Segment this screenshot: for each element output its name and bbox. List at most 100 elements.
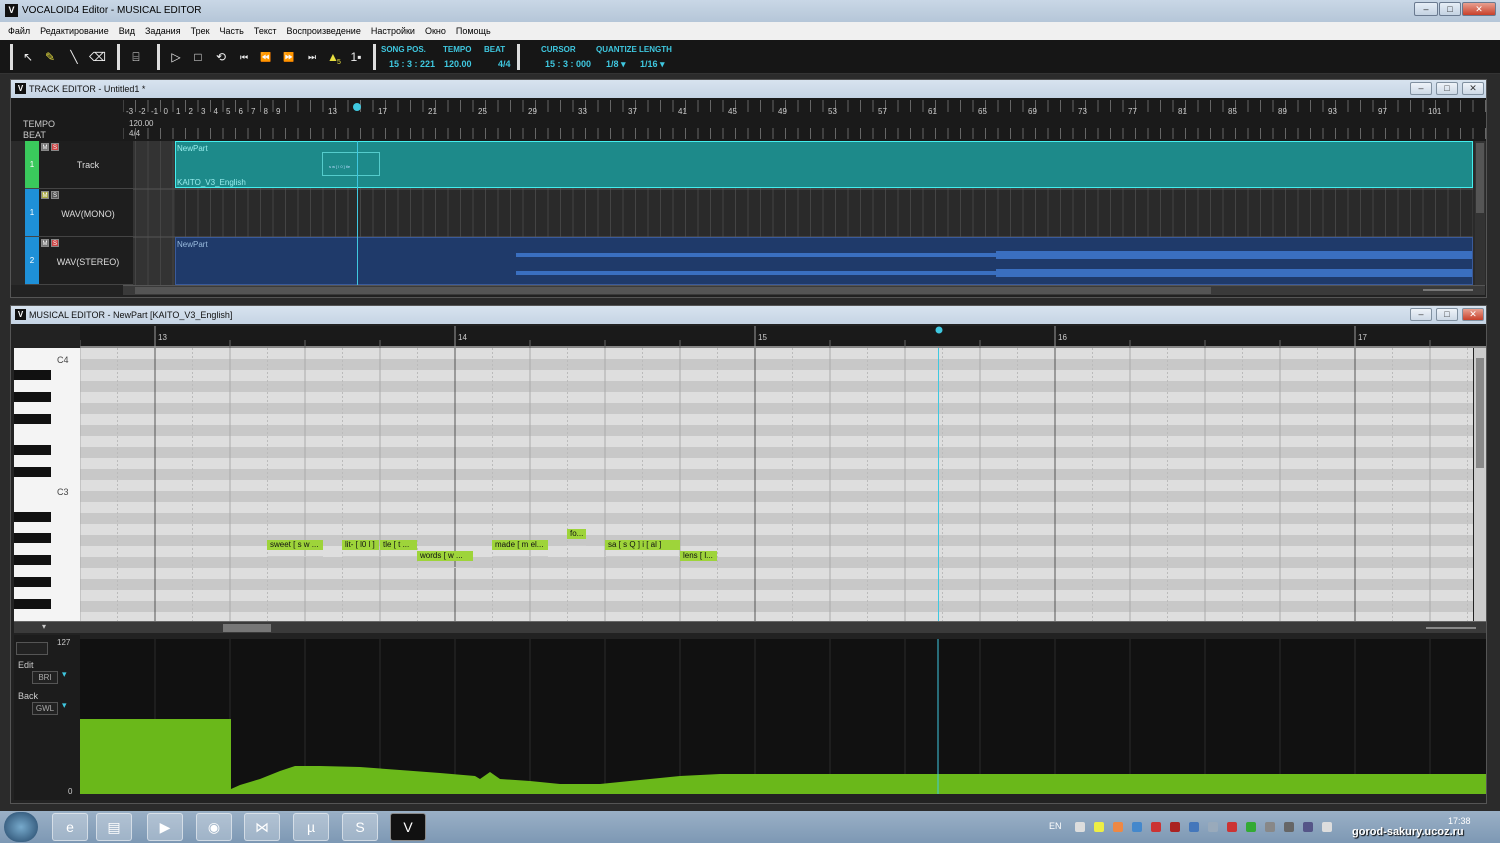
tempo-value[interactable]: 120.00 [444,59,472,69]
measure-ruler[interactable]: 13 14 15 16 17 [80,326,1486,348]
piano-black-key[interactable] [14,599,51,609]
track-header-1[interactable]: 1 M S Track [25,141,133,189]
playhead-marker-icon[interactable] [934,326,944,334]
mute-button[interactable]: M [41,143,49,151]
media-player-icon[interactable]: ▶ [147,813,183,841]
length-select[interactable]: 1/16 ▾ [640,59,665,70]
menu-window[interactable]: Окно [420,22,451,40]
beat-value[interactable]: 4/4 [498,59,511,69]
menu-edit[interactable]: Редактирование [35,22,114,40]
goto-end-icon[interactable]: ⏭ [304,49,320,65]
pointer-icon[interactable]: ↖ [20,49,36,65]
maximize-button[interactable]: □ [1439,2,1461,16]
menu-lyrics[interactable]: Текст [249,22,282,40]
windows-start-button[interactable] [4,812,38,842]
menu-file[interactable]: Файл [0,22,35,40]
vertical-scrollbar[interactable] [1474,348,1486,621]
piano-black-key[interactable] [14,445,51,455]
horizontal-scrollbar[interactable]: ▾ [14,621,1486,633]
back-parameter-select[interactable]: GWL [32,702,58,715]
tray-icon[interactable] [1303,822,1313,832]
note[interactable]: fo... [567,529,586,539]
track-ruler[interactable]: TEMPO BEAT 120.00 4/4 -3 -2 -1 0 1 2 3 4 5 6 7 8 9 13… [11,98,1486,141]
internet-explorer-icon[interactable]: e [52,813,88,841]
minimize-button[interactable]: – [1410,82,1432,95]
line-icon[interactable]: ╲ [66,49,82,65]
menu-track[interactable]: Трек [186,22,215,40]
piano-keyboard[interactable]: C4 C3 [14,348,80,631]
note[interactable]: sweet [ s w ... [267,540,323,550]
quantize-select[interactable]: 1/8 ▾ [606,59,626,70]
track-name[interactable]: Track [47,160,129,170]
rewind-icon[interactable]: ⏪ [258,49,274,65]
zoom-slider[interactable] [1423,289,1473,291]
piano-black-key[interactable] [14,370,51,380]
horizontal-scrollbar[interactable] [123,285,1485,295]
vocal-part[interactable]: NewPart KAITO_V3_English s w [ l 0 ] tle [175,141,1473,188]
note[interactable]: made [ m el... [492,540,548,550]
note[interactable]: words [ w ... [417,551,473,561]
goto-start-icon[interactable]: ⏮ [236,49,252,65]
piano-black-key[interactable] [14,414,51,424]
piano-black-key[interactable] [14,392,51,402]
control-curve-area[interactable] [80,639,1486,794]
menu-jobs[interactable]: Задания [140,22,186,40]
realtime-icon[interactable]: ⌸ [128,49,144,65]
visual-studio-icon[interactable]: ⋈ [244,813,280,841]
playhead-marker-icon[interactable] [351,102,363,112]
track-header-3[interactable]: 2 M S WAV(STEREO) [25,237,133,285]
clock[interactable]: 17:38 [1448,816,1471,826]
zoom-slider[interactable] [1426,627,1476,629]
play-icon[interactable]: ▷ [168,49,184,65]
tray-icon[interactable] [1113,822,1123,832]
tray-icon[interactable] [1284,822,1294,832]
note[interactable]: tle [ t ... [380,540,417,550]
tray-icon[interactable] [1189,822,1199,832]
track-name[interactable]: WAV(MONO) [47,209,129,219]
close-button[interactable]: ✕ [1462,308,1484,321]
stop-icon[interactable]: □ [190,49,206,65]
minimize-button[interactable]: – [1414,2,1438,16]
close-button[interactable]: ✕ [1462,82,1484,95]
menu-playback[interactable]: Воспроизведение [282,22,366,40]
tray-icon[interactable] [1075,822,1085,832]
fast-forward-icon[interactable]: ⏩ [281,49,297,65]
maximize-button[interactable]: □ [1436,308,1458,321]
menu-settings[interactable]: Настройки [366,22,420,40]
track-name[interactable]: WAV(STEREO) [47,257,129,267]
vocaloid-taskbar-icon[interactable]: V [390,813,426,841]
pencil-icon[interactable]: ✎ [42,49,58,65]
piano-black-key[interactable] [14,467,51,477]
piano-roll[interactable]: sweet [ s w ... lit- [ l0 l ] tle [ t ..… [80,348,1473,621]
tray-icon[interactable] [1151,822,1161,832]
piano-black-key[interactable] [14,512,51,522]
note[interactable]: lit- [ l0 l ] [342,540,379,550]
maximize-button[interactable]: □ [1436,82,1458,95]
piano-black-key[interactable] [14,533,51,543]
solo-button[interactable]: S [51,143,59,151]
eraser-icon[interactable]: ⌫ [89,49,106,65]
tray-icon[interactable] [1246,822,1256,832]
control-value-box[interactable] [16,642,48,655]
note[interactable]: sa [ s Q ] i [ al ] [605,540,680,550]
tray-icon[interactable] [1132,822,1142,832]
chevron-down-icon[interactable]: ▾ [62,700,67,711]
mute-button[interactable]: M [41,239,49,247]
solo-button[interactable]: S [51,239,59,247]
metronome-icon[interactable]: ▲ 5 [325,49,341,66]
chevron-down-icon[interactable]: ▾ [62,669,67,680]
tray-icon[interactable] [1265,822,1275,832]
mute-button[interactable]: M [41,191,49,199]
menu-part[interactable]: Часть [215,22,249,40]
chrome-icon[interactable]: ◉ [196,813,232,841]
utorrent-icon[interactable]: µ [293,813,329,841]
solo-button[interactable]: S [51,191,59,199]
menu-view[interactable]: Вид [114,22,140,40]
tray-icon[interactable] [1094,822,1104,832]
language-indicator[interactable]: EN [1049,821,1062,831]
tray-icon[interactable] [1322,822,1332,832]
close-button[interactable]: ✕ [1462,2,1496,16]
tray-icon[interactable] [1208,822,1218,832]
vertical-scrollbar[interactable] [1475,141,1485,285]
piano-black-key[interactable] [14,577,51,587]
